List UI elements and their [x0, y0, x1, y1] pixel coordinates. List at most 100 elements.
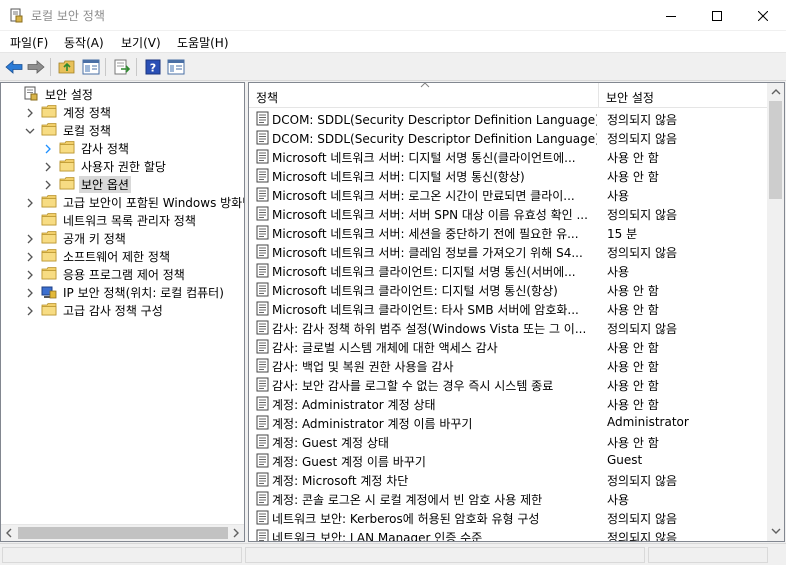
tree-item[interactable]: 소프트웨어 제한 정책	[1, 247, 244, 265]
menu-action[interactable]: 동작(A)	[64, 34, 104, 51]
scroll-thumb[interactable]	[769, 101, 782, 199]
table-row[interactable]: 계정: Guest 계정 이름 바꾸기 Guest	[249, 451, 767, 470]
tree-item[interactable]: IP 보안 정책(위치: 로컬 컴퓨터)	[1, 283, 244, 301]
list-vertical-scrollbar[interactable]	[767, 83, 784, 541]
svg-text:?: ?	[150, 62, 156, 75]
policy-setting-value: 사용 안 함	[607, 436, 659, 450]
policy-setting-value: Guest	[607, 453, 643, 467]
scroll-down-icon[interactable]	[771, 527, 781, 535]
policy-name: 계정: Administrator 계정 이름 바꾸기	[272, 417, 473, 431]
policy-icon	[256, 168, 270, 183]
tree-item[interactable]: 보안 설정	[1, 85, 244, 103]
properties-view-button[interactable]	[166, 57, 186, 77]
tree-item[interactable]: 네트워크 목록 관리자 정책	[1, 211, 244, 229]
table-row[interactable]: Microsoft 네트워크 서버: 디지털 서명 통신(항상) 사용 안 함	[249, 166, 767, 185]
minimize-button[interactable]	[648, 0, 694, 31]
back-button[interactable]	[4, 57, 24, 77]
tree-item[interactable]: 계정 정책	[1, 103, 244, 121]
policy-icon	[256, 453, 270, 468]
expand-chevron-icon[interactable]	[25, 197, 35, 208]
table-row[interactable]: 계정: Guest 계정 상태 사용 안 함	[249, 432, 767, 451]
table-row[interactable]: DCOM: SDDL(Security Descriptor Definitio…	[249, 109, 767, 128]
table-row[interactable]: Microsoft 네트워크 서버: 세션을 중단하기 전에 필요한 유... 1…	[249, 223, 767, 242]
scroll-up-icon[interactable]	[771, 88, 781, 96]
policy-icon	[256, 320, 270, 335]
tree-item[interactable]: 사용자 권한 할당	[1, 157, 244, 175]
tree-item[interactable]: 고급 보안이 포함된 Windows 방화벽	[1, 193, 244, 211]
close-button[interactable]	[740, 0, 786, 31]
tree-item[interactable]: 감사 정책	[1, 139, 244, 157]
scroll-left-icon[interactable]	[5, 528, 13, 538]
table-row[interactable]: Microsoft 네트워크 클라이언트: 디지털 서명 통신(서버에... 사용	[249, 261, 767, 280]
table-row[interactable]: 감사: 감사 정책 하위 범주 설정(Windows Vista 또는 그 이.…	[249, 318, 767, 337]
expand-chevron-icon[interactable]	[25, 269, 35, 280]
policy-icon	[256, 244, 270, 259]
help-button[interactable]: ?	[143, 57, 163, 77]
expand-chevron-icon[interactable]	[43, 179, 53, 190]
table-row[interactable]: Microsoft 네트워크 서버: 로그온 시간이 만료되면 클라이... 사용	[249, 185, 767, 204]
tree-item[interactable]: 보안 옵션	[1, 175, 244, 193]
policy-setting-value: 사용 안 함	[607, 170, 659, 184]
tree-item[interactable]: 공개 키 정책	[1, 229, 244, 247]
folder-icon	[41, 302, 57, 317]
table-row[interactable]: 감사: 백업 및 복원 권한 사용을 감사 사용 안 함	[249, 356, 767, 375]
table-row[interactable]: Microsoft 네트워크 클라이언트: 타사 SMB 서버에 암호화... 사…	[249, 299, 767, 318]
expand-chevron-icon[interactable]	[25, 251, 35, 262]
tree-item[interactable]: 응용 프로그램 제어 정책	[1, 265, 244, 283]
menu-view[interactable]: 보기(V)	[121, 34, 161, 51]
scroll-right-icon[interactable]	[232, 528, 240, 538]
table-row[interactable]: Microsoft 네트워크 서버: 서버 SPN 대상 이름 유효성 확인 .…	[249, 204, 767, 223]
folder-icon	[41, 104, 57, 119]
menu-help[interactable]: 도움말(H)	[177, 34, 229, 51]
folder-icon	[41, 266, 57, 281]
policy-setting-value: 사용	[607, 189, 630, 203]
folder-icon	[59, 140, 75, 155]
policy-name: DCOM: SDDL(Security Descriptor Definitio…	[272, 132, 597, 146]
expand-chevron-icon[interactable]	[43, 143, 53, 154]
maximize-button[interactable]	[694, 0, 740, 31]
tree-item-label: 네트워크 목록 관리자 정책	[63, 214, 196, 228]
up-folder-button[interactable]	[57, 57, 77, 77]
table-row[interactable]: 계정: Administrator 계정 이름 바꾸기 Administrator	[249, 413, 767, 432]
table-row[interactable]: 계정: 콘솔 로그온 시 로컬 계정에서 빈 암호 사용 제한 사용	[249, 489, 767, 508]
policy-list-view: 정책 보안 설정 DCOM: SDDL(Security Descriptor …	[248, 82, 785, 542]
expand-chevron-icon[interactable]	[25, 305, 35, 316]
policy-icon	[256, 358, 270, 373]
table-row[interactable]: DCOM: SDDL(Security Descriptor Definitio…	[249, 128, 767, 147]
scroll-thumb[interactable]	[18, 527, 228, 539]
tree-item[interactable]: 로컬 정책	[1, 121, 244, 139]
table-row[interactable]: 네트워크 보안: Kerberos에 허용된 암호화 유형 구성 정의되지 않음	[249, 508, 767, 527]
table-row[interactable]: Microsoft 네트워크 서버: 디지털 서명 통신(클라이언트에... 사용…	[249, 147, 767, 166]
toolbar-separator	[105, 58, 106, 76]
column-header-security-setting[interactable]: 보안 설정	[599, 83, 767, 108]
table-row[interactable]: Microsoft 네트워크 서버: 클레임 정보를 가져오기 위해 S4...…	[249, 242, 767, 261]
menu-file[interactable]: 파일(F)	[10, 34, 48, 51]
export-list-button[interactable]	[112, 57, 132, 77]
table-row[interactable]: 감사: 보안 감사를 로그할 수 없는 경우 즉시 시스템 종료 사용 안 함	[249, 375, 767, 394]
tree-item[interactable]: 고급 감사 정책 구성	[1, 301, 244, 319]
column-header-policy[interactable]: 정책	[249, 83, 599, 108]
expand-chevron-icon[interactable]	[43, 161, 53, 172]
policy-name: Microsoft 네트워크 서버: 디지털 서명 통신(항상)	[272, 170, 525, 184]
forward-button[interactable]	[26, 57, 46, 77]
tree-horizontal-scrollbar[interactable]	[1, 524, 244, 541]
table-row[interactable]: 계정: Administrator 계정 상태 사용 안 함	[249, 394, 767, 413]
expand-chevron-icon[interactable]	[25, 107, 35, 118]
policy-icon	[256, 301, 270, 316]
table-row[interactable]: 감사: 글로벌 시스템 개체에 대한 액세스 감사 사용 안 함	[249, 337, 767, 356]
table-row[interactable]: Microsoft 네트워크 클라이언트: 디지털 서명 통신(항상) 사용 안 …	[249, 280, 767, 299]
show-hide-tree-button[interactable]	[81, 57, 101, 77]
expand-chevron-icon[interactable]	[25, 287, 35, 298]
policy-name: 네트워크 보안: LAN Manager 인증 수준	[272, 531, 483, 542]
policy-setting-value: 사용 안 함	[607, 284, 659, 298]
table-row[interactable]: 계정: Microsoft 계정 차단 정의되지 않음	[249, 470, 767, 489]
policy-setting-value: 정의되지 않음	[607, 531, 678, 542]
toolbar-separator	[136, 58, 137, 76]
collapse-chevron-icon[interactable]	[25, 125, 35, 135]
expand-chevron-icon[interactable]	[25, 233, 35, 244]
policy-name: Microsoft 네트워크 서버: 서버 SPN 대상 이름 유효성 확인 .…	[272, 208, 588, 222]
policy-setting-value: 정의되지 않음	[607, 132, 678, 146]
policy-icon	[256, 377, 270, 392]
tree-item-label: 고급 감사 정책 구성	[63, 304, 163, 318]
table-row[interactable]: 네트워크 보안: LAN Manager 인증 수준 정의되지 않음	[249, 527, 767, 542]
